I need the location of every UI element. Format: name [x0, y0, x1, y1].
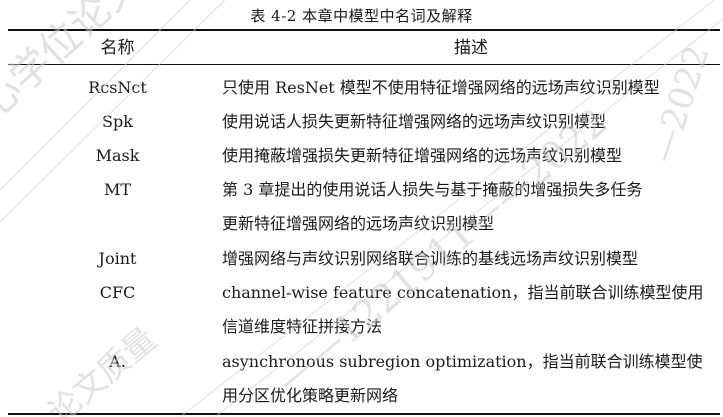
table-caption: 表 4-2 本章中模型中名词及解释: [250, 7, 473, 25]
row-name: Joint: [98, 249, 137, 268]
row-description: 使用说话人损失更新特征增强网络的远场声纹识别模型: [222, 105, 702, 139]
row-name: Spk: [102, 112, 133, 131]
table-row: Joint 增强网络与声纹识别网络联合训练的基线远场声纹识别模型: [0, 242, 723, 276]
row-name: Mask: [95, 146, 140, 165]
description-line: 使用掩蔽增强损失更新特征增强网络的远场声纹识别模型: [222, 146, 623, 165]
description-line: 用分区优化策略更新网络: [222, 386, 399, 405]
row-name: CFC: [99, 283, 136, 302]
description-line: 更新特征增强网络的远场声纹识别模型: [222, 214, 495, 233]
description-line: 只使用 ResNet 模型不使用特征增强网络的远场声纹识别模型: [222, 78, 660, 97]
column-header-description: 描述: [454, 38, 488, 58]
table-top-rule: [8, 29, 720, 31]
description-line: 信道维度特征拼接方法: [222, 317, 383, 336]
row-description: 只使用 ResNet 模型不使用特征增强网络的远场声纹识别模型: [222, 71, 702, 105]
description-line: 第 3 章提出的使用说话人损失与基于掩蔽的增强损失多任务: [222, 180, 643, 199]
row-description: channel-wise feature concatenation，指当前联合…: [222, 276, 704, 344]
table-row: Mask 使用掩蔽增强损失更新特征增强网络的远场声纹识别模型: [0, 139, 723, 173]
table-row: MT 第 3 章提出的使用说话人损失与基于掩蔽的增强损失多任务 更新特征增强网络的远…: [0, 173, 723, 241]
column-header-name: 名称: [100, 38, 135, 58]
row-name: RcsNct: [88, 78, 147, 97]
table-bottom-rule: [8, 413, 720, 415]
description-line: 增强网络与声纹识别网络联合训练的基线远场声纹识别模型: [222, 249, 639, 268]
table-row: RcsNct 只使用 ResNet 模型不使用特征增强网络的远场声纹识别模型: [0, 71, 723, 105]
table-header-rule: [8, 64, 720, 65]
row-description: 使用掩蔽增强损失更新特征增强网络的远场声纹识别模型: [222, 139, 702, 173]
row-name: A.: [109, 352, 126, 371]
description-line: asynchronous subregion optimization，指当前联…: [222, 352, 703, 371]
description-line: 使用说话人损失更新特征增强网络的远场声纹识别模型: [222, 112, 607, 131]
table-row: A. asynchronous subregion optimization，指当…: [0, 345, 723, 413]
description-line: channel-wise feature concatenation，指当前联合…: [222, 283, 704, 302]
row-description: asynchronous subregion optimization，指当前联…: [222, 345, 703, 413]
table-row: Spk 使用说话人损失更新特征增强网络的远场声纹识别模型: [0, 105, 723, 139]
row-name: MT: [103, 180, 132, 199]
table-row: CFC channel-wise feature concatenation，指当…: [0, 276, 723, 344]
row-description: 增强网络与声纹识别网络联合训练的基线远场声纹识别模型: [222, 242, 702, 276]
row-description: 第 3 章提出的使用说话人损失与基于掩蔽的增强损失多任务 更新特征增强网络的远场声…: [222, 173, 702, 241]
